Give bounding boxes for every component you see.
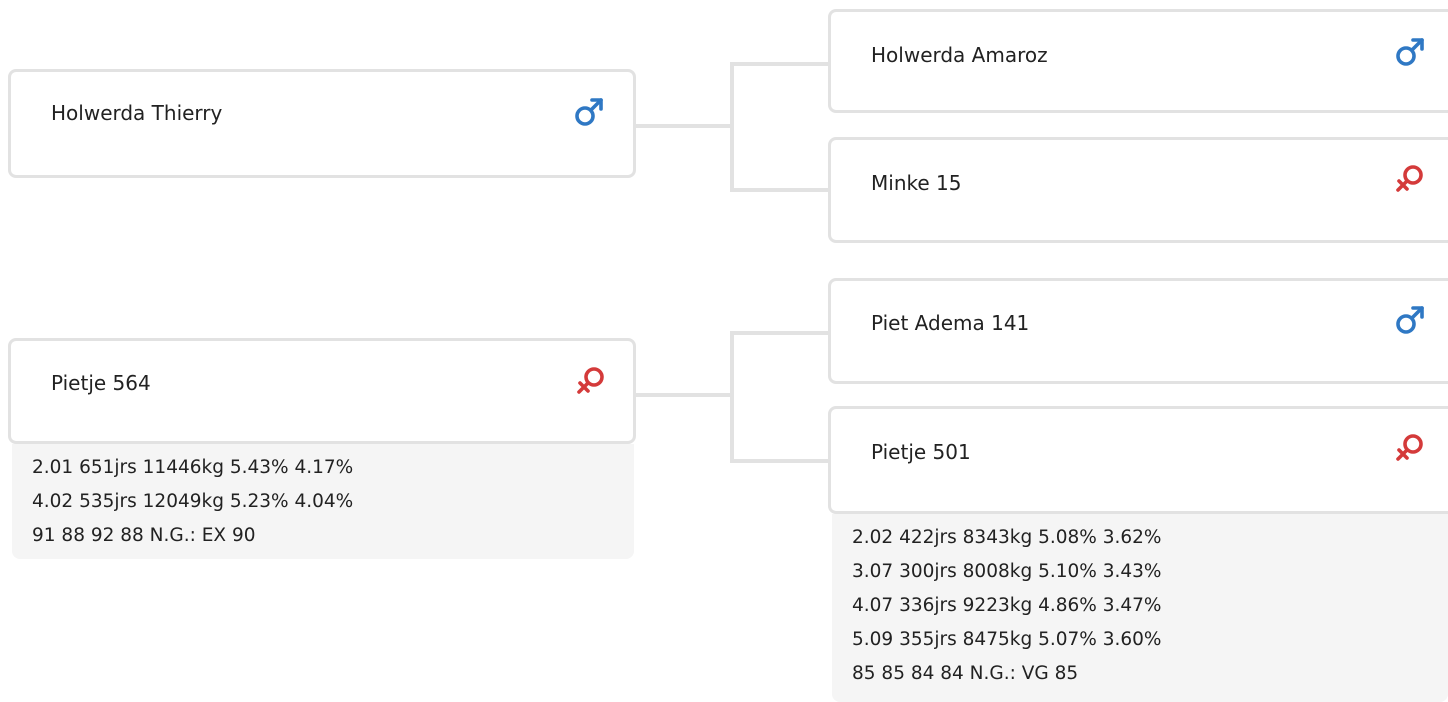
animal-name: Holwerda Amaroz [871,43,1048,67]
info-line: 85 85 84 84 N.G.: VG 85 [852,663,1079,684]
connector-pietje501-branch [730,459,832,463]
female-icon [1396,165,1423,192]
animal-name: Piet Adema 141 [871,311,1030,335]
animal-info-panel-dam: 2.01 651jrs 11446kg 5.43% 4.17% 4.02 535… [12,444,634,559]
connector-amaroz-branch [730,62,832,66]
connector-minke-branch [730,188,832,192]
connector-lower-vertical [730,331,734,463]
female-icon [1396,434,1423,461]
info-line: 2.02 422jrs 8343kg 5.08% 3.62% [852,527,1162,548]
animal-card-paternal-grandsire[interactable]: Holwerda Amaroz [828,9,1448,113]
connector-thierry-stem [633,124,733,128]
animal-card-maternal-granddam[interactable]: Pietje 501 [828,406,1448,514]
animal-card-maternal-grandsire[interactable]: Piet Adema 141 [828,278,1448,384]
animal-card-dam[interactable]: Pietje 564 [8,338,636,444]
info-line: 5.09 355jrs 8475kg 5.07% 3.60% [852,629,1162,650]
animal-info-panel-maternal-granddam: 2.02 422jrs 8343kg 5.08% 3.62% 3.07 300j… [832,514,1448,702]
animal-name: Minke 15 [871,171,962,195]
connector-pietje564-stem [633,393,733,397]
info-line: 91 88 92 88 N.G.: EX 90 [32,525,256,546]
male-icon [1396,38,1424,66]
male-icon [1396,306,1424,334]
female-icon [577,367,604,394]
info-line: 4.07 336jrs 9223kg 4.86% 3.47% [852,595,1162,616]
connector-upper-vertical [730,62,734,192]
info-line: 2.01 651jrs 11446kg 5.43% 4.17% [32,457,354,478]
animal-card-paternal-granddam[interactable]: Minke 15 [828,137,1448,243]
info-line: 3.07 300jrs 8008kg 5.10% 3.43% [852,561,1162,582]
animal-name: Pietje 564 [51,371,151,395]
info-line: 4.02 535jrs 12049kg 5.23% 4.04% [32,491,354,512]
animal-card-sire[interactable]: Holwerda Thierry [8,69,636,178]
animal-name: Holwerda Thierry [51,101,223,125]
male-icon [575,98,603,126]
animal-name: Pietje 501 [871,440,971,464]
connector-adema-branch [730,331,832,335]
